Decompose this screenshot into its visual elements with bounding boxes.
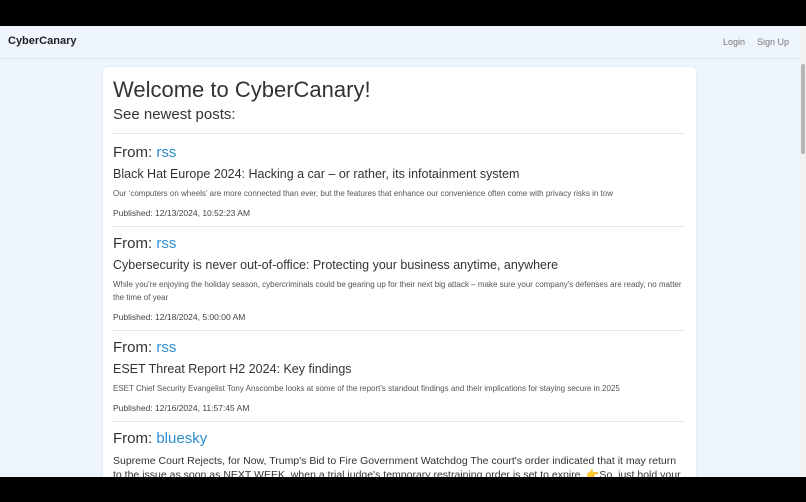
post-source-line: From: rss [113, 235, 685, 253]
browser-viewport: CyberCanary Login Sign Up Welcome to Cyb… [0, 26, 806, 477]
post-source-line: From: rss [113, 339, 685, 357]
signup-link[interactable]: Sign Up [757, 37, 789, 47]
post-source-line: From: rss [113, 144, 685, 162]
post-item: From: rss Black Hat Europe 2024: Hacking… [113, 144, 685, 218]
post-source-link[interactable]: bluesky [156, 430, 207, 447]
post-published-date: Published: 12/18/2024, 5:00:00 AM [113, 312, 246, 322]
post-title: ESET Threat Report H2 2024: Key findings [113, 362, 352, 376]
post-source-link[interactable]: rss [156, 144, 176, 161]
page-subtitle: See newest posts: [113, 106, 236, 123]
post-source-link[interactable]: rss [156, 339, 176, 356]
post-source-link[interactable]: rss [156, 235, 176, 252]
post-title: Cybersecurity is never out-of-office: Pr… [113, 258, 559, 272]
post-item: From: rss Cybersecurity is never out-of-… [113, 235, 685, 322]
from-label: From: [113, 430, 153, 447]
from-label: From: [113, 339, 153, 356]
divider [113, 421, 685, 422]
post-published-date: Published: 12/13/2024, 10:52:23 AM [113, 208, 251, 218]
scrollbar-thumb[interactable] [801, 64, 805, 154]
navbar: CyberCanary Login Sign Up [0, 26, 800, 59]
from-label: From: [113, 235, 153, 252]
from-label: From: [113, 144, 153, 161]
brand-logo-text[interactable]: CyberCanary [8, 35, 76, 47]
post-published-date: Published: 12/16/2024, 11:57:45 AM [113, 403, 250, 413]
page-title: Welcome to CyberCanary! [113, 77, 371, 102]
post-source-line: From: bluesky [113, 430, 685, 448]
post-description: ESET Chief Security Evangelist Tony Ansc… [113, 384, 620, 393]
divider [113, 226, 685, 227]
post-item: From: bluesky Supreme Court Rejects, for… [113, 430, 685, 477]
post-description: While you're enjoying the holiday season… [113, 280, 682, 302]
post-text: Supreme Court Rejects, for Now, Trump's … [113, 455, 681, 477]
vertical-scrollbar[interactable] [800, 26, 806, 477]
post-title: Black Hat Europe 2024: Hacking a car – o… [113, 167, 520, 181]
post-item: From: rss ESET Threat Report H2 2024: Ke… [113, 339, 685, 413]
posts-card: Welcome to CyberCanary! See newest posts… [103, 67, 696, 477]
post-description: Our ‘computers on wheels’ are more conne… [113, 189, 613, 198]
divider [113, 330, 685, 331]
divider [113, 133, 685, 134]
login-link[interactable]: Login [723, 37, 745, 47]
